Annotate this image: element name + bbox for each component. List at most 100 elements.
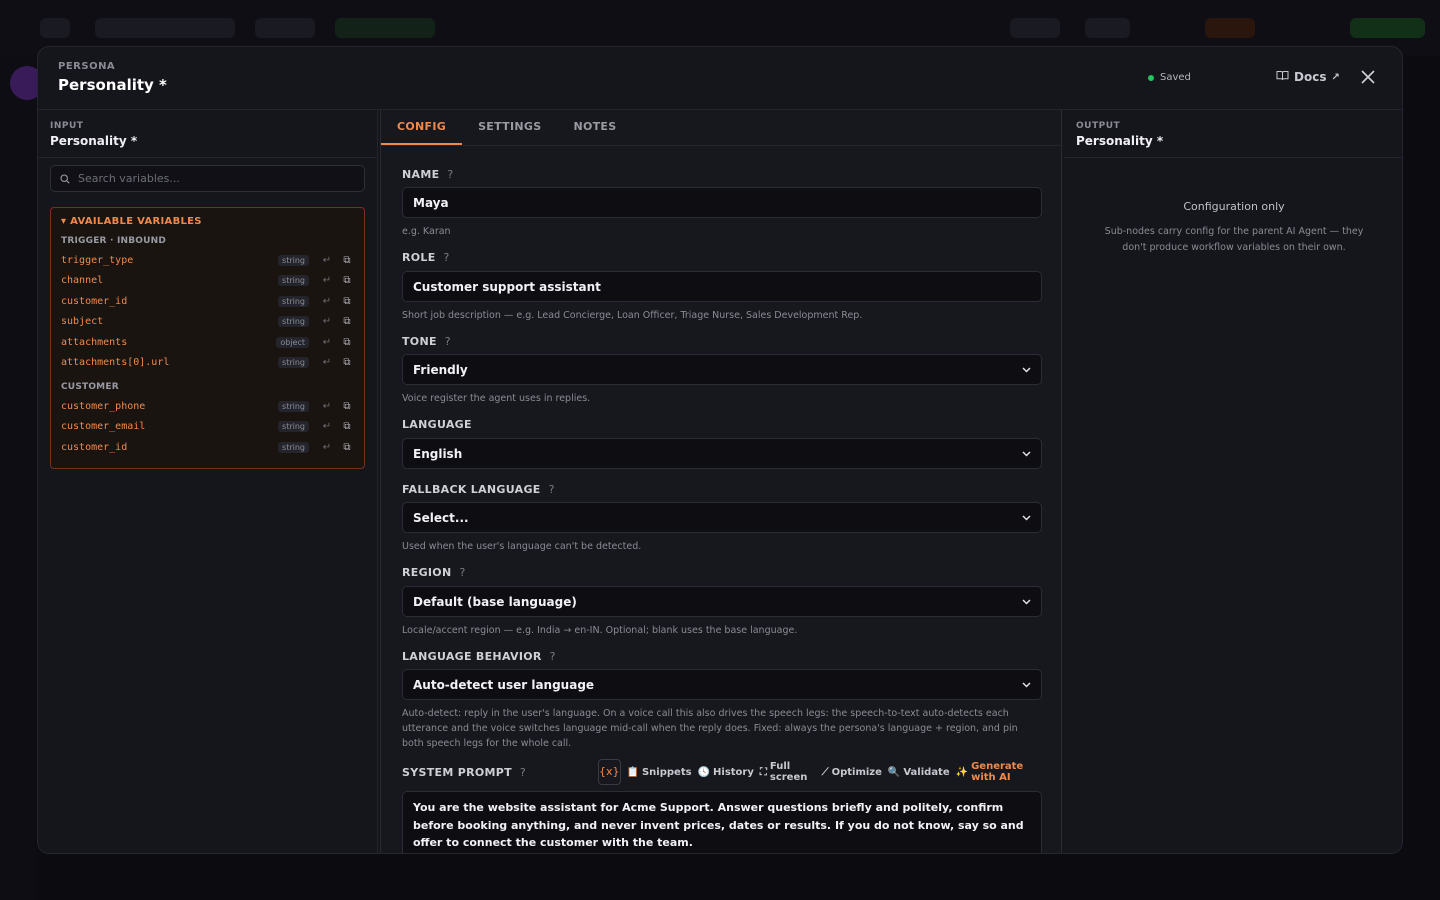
copy-icon[interactable]: ⧉	[340, 357, 354, 368]
variable-row[interactable]: trigger_type string ↵ ⧉	[61, 250, 354, 271]
copy-icon[interactable]: ⧉	[340, 401, 354, 412]
background-pill	[1085, 18, 1130, 38]
name-value: Maya	[413, 195, 449, 210]
variable-name: subject	[61, 316, 104, 328]
variable-name: channel	[61, 275, 104, 287]
help-icon[interactable]: ?	[550, 650, 556, 663]
snippets-button[interactable]: 📋 Snippets	[627, 767, 692, 778]
variable-name: customer_id	[61, 441, 128, 453]
fullscreen-button[interactable]: ⛶ Full screen	[760, 761, 816, 783]
language-behavior-hint: Auto-detect: reply in the user's languag…	[402, 708, 1018, 749]
tab-config[interactable]: CONFIG	[381, 110, 463, 145]
variable-row[interactable]: channel string ↵ ⧉	[61, 271, 354, 292]
empty-title: Configuration only	[1183, 200, 1285, 213]
variable-row[interactable]: customer_id string ↵ ⧉	[61, 437, 354, 458]
magnifier-icon: 🔍	[887, 766, 901, 778]
name-label: NAME?	[402, 168, 454, 181]
generate-label: Generate with AI	[971, 761, 1024, 783]
copy-icon[interactable]: ⧉	[340, 337, 354, 348]
fullscreen-label: Full screen	[769, 761, 808, 783]
insert-icon[interactable]: ↵	[319, 337, 335, 348]
variable-name: customer_phone	[61, 400, 146, 412]
variable-row[interactable]: customer_id string ↵ ⧉	[61, 291, 354, 312]
background-pill	[40, 18, 70, 38]
insert-icon[interactable]: ↵	[319, 421, 335, 432]
insert-variable-button[interactable]: {x}	[598, 759, 621, 785]
close-button[interactable]	[1358, 67, 1378, 87]
fallback-language-label-text: FALLBACK LANGUAGE	[402, 483, 541, 496]
variable-type: string	[278, 441, 309, 453]
copy-icon[interactable]: ⧉	[340, 316, 354, 327]
name-hint: e.g. Karan	[402, 226, 451, 237]
insert-icon[interactable]: ↵	[319, 401, 335, 412]
variable-type: string	[278, 295, 309, 307]
insert-icon[interactable]: ↵	[319, 442, 335, 453]
copy-icon[interactable]: ⧉	[340, 255, 354, 266]
copy-icon[interactable]: ⧉	[340, 442, 354, 453]
help-icon[interactable]: ?	[445, 335, 451, 348]
name-field[interactable]: Maya	[402, 187, 1042, 218]
caret-down-icon: ▾	[61, 216, 67, 227]
docs-link[interactable]: Docs ↗	[1276, 70, 1340, 84]
variable-row[interactable]: customer_email string ↵ ⧉	[61, 417, 354, 438]
input-panel-value: Personality *	[50, 134, 138, 148]
help-icon[interactable]: ?	[520, 766, 526, 779]
fallback-language-value: Select...	[413, 510, 469, 525]
system-prompt-textarea[interactable]: You are the website assistant for Acme S…	[402, 791, 1042, 853]
close-icon	[1361, 65, 1375, 89]
save-status-label: Saved	[1160, 72, 1191, 83]
variable-row[interactable]: subject string ↵ ⧉	[61, 312, 354, 333]
role-field[interactable]: Customer support assistant	[402, 271, 1042, 302]
snippets-label: Snippets	[641, 766, 692, 778]
help-icon[interactable]: ?	[459, 566, 465, 579]
insert-icon[interactable]: ↵	[319, 296, 335, 307]
insert-icon[interactable]: ↵	[319, 275, 335, 286]
input-panel-header: INPUT Personality *	[38, 110, 377, 158]
language-select[interactable]: English	[402, 438, 1042, 469]
insert-icon[interactable]: ↵	[319, 255, 335, 266]
copy-icon[interactable]: ⧉	[340, 275, 354, 286]
background-pill	[1205, 18, 1255, 38]
language-behavior-value: Auto-detect user language	[413, 677, 595, 692]
variables-toggle[interactable]: ▾ AVAILABLE VARIABLES	[61, 216, 354, 227]
insert-icon[interactable]: ↵	[319, 357, 335, 368]
variable-row[interactable]: customer_phone string ↵ ⧉	[61, 396, 354, 417]
region-select[interactable]: Default (base language)	[402, 586, 1042, 617]
variable-type: string	[278, 275, 309, 287]
insert-icon[interactable]: ↵	[319, 316, 335, 327]
copy-icon[interactable]: ⧉	[340, 421, 354, 432]
validate-button[interactable]: 🔍 Validate	[888, 767, 950, 778]
variable-row[interactable]: attachments object ↵ ⧉	[61, 332, 354, 353]
tone-select[interactable]: Friendly	[402, 354, 1042, 385]
save-status: Saved	[1148, 72, 1191, 83]
variable-group-label: CUSTOMER	[61, 382, 119, 392]
variable-search[interactable]	[50, 165, 365, 192]
search-input[interactable]	[78, 172, 348, 185]
output-panel: OUTPUT Personality * Configuration only …	[1064, 110, 1402, 853]
optimize-button[interactable]: ⟋ Optimize	[822, 767, 882, 778]
help-icon[interactable]: ?	[444, 251, 450, 264]
language-value: English	[413, 446, 463, 461]
generate-with-ai-button[interactable]: ✨ Generate with AI	[956, 761, 1042, 783]
tone-hint: Voice register the agent uses in replies…	[402, 393, 591, 404]
help-icon[interactable]: ?	[447, 168, 453, 181]
tab-bar: CONFIG SETTINGS NOTES	[381, 110, 1061, 146]
sparkle-icon: ✨	[955, 766, 969, 778]
history-button[interactable]: 🕓 History	[698, 767, 754, 778]
copy-icon[interactable]: ⧉	[340, 296, 354, 307]
language-behavior-select[interactable]: Auto-detect user language	[402, 669, 1042, 700]
persona-modal: PERSONA Personality * Saved Docs ↗ INPUT…	[37, 46, 1403, 854]
fallback-language-select[interactable]: Select...	[402, 502, 1042, 533]
variable-row[interactable]: attachments[0].url string ↵ ⧉	[61, 353, 354, 374]
tab-settings[interactable]: SETTINGS	[462, 110, 557, 145]
config-panel: CONFIG SETTINGS NOTES NAME? Maya e.g. Ka…	[380, 110, 1062, 853]
tone-label-text: TONE	[402, 335, 437, 348]
modal-header: PERSONA Personality * Saved Docs ↗	[38, 47, 1402, 110]
output-panel-label: OUTPUT	[1076, 121, 1121, 131]
role-value: Customer support assistant	[413, 279, 601, 294]
help-icon[interactable]: ?	[549, 483, 555, 496]
variable-name: customer_email	[61, 421, 146, 433]
tab-notes[interactable]: NOTES	[557, 110, 632, 145]
region-value: Default (base language)	[413, 594, 577, 609]
system-prompt-label-text: SYSTEM PROMPT	[402, 766, 512, 779]
